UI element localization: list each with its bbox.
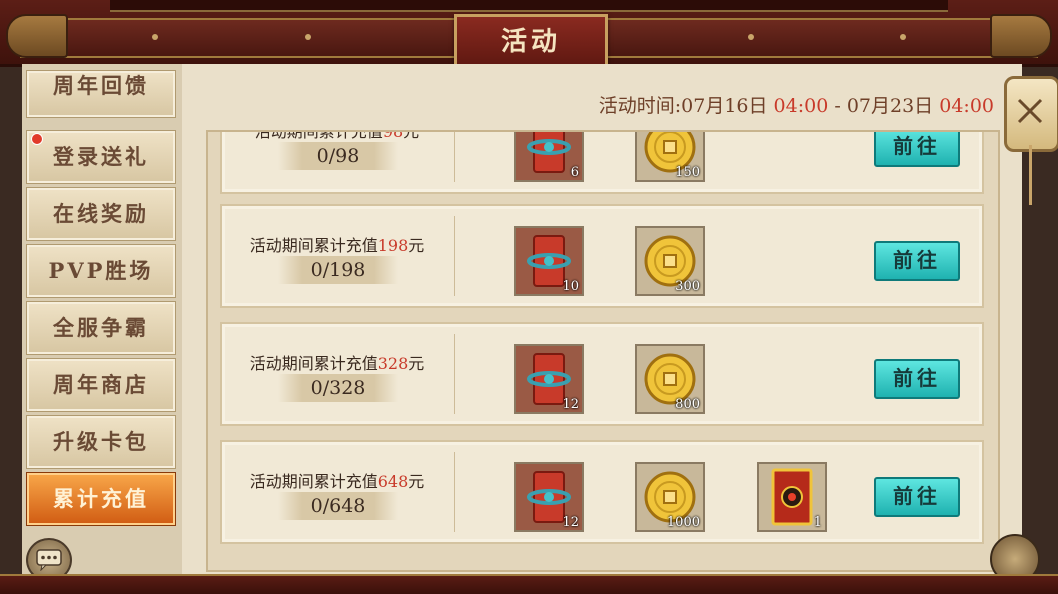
divider: [454, 334, 455, 414]
row-progress: 0/198: [278, 256, 398, 284]
sidebar-item-label: 累计充值: [53, 486, 149, 511]
sidebar-item-label: 周年回馈: [53, 73, 149, 98]
item-count: 150: [675, 165, 700, 180]
sidebar-item-login-gift[interactable]: 登录送礼: [26, 130, 176, 184]
sidebar-item-anniversary-feedback[interactable]: 周年回馈: [26, 70, 176, 118]
bottom-frame: [0, 574, 1058, 594]
red-scroll-icon[interactable]: 12: [514, 462, 584, 532]
stud: [900, 34, 906, 40]
go-button[interactable]: 前往: [874, 241, 960, 281]
sidebar-item-label: 全服争霸: [53, 315, 149, 340]
gold-coin-icon[interactable]: 1000: [635, 462, 705, 532]
left-corner-ornament: [6, 14, 68, 58]
stud: [305, 34, 311, 40]
time-separator: -: [834, 95, 841, 117]
sidebar-item-online-reward[interactable]: 在线奖励: [26, 187, 176, 241]
red-scroll-icon[interactable]: 12: [514, 344, 584, 414]
row-progress: 0/648: [278, 492, 398, 520]
right-corner-ornament: [990, 14, 1052, 58]
sidebar-item-server-contest[interactable]: 全服争霸: [26, 301, 176, 355]
stud: [748, 34, 754, 40]
item-count: 800: [675, 397, 700, 412]
list-item: 活动期间累计充值198元 0/198 10 300 前往: [220, 204, 984, 308]
sidebar-item-label: PVP胜场: [48, 258, 154, 283]
top-rail: [110, 0, 948, 12]
list-item: 活动期间累计充值648元 0/648 12 1000 1 前往: [220, 440, 984, 544]
row-progress: 0/98: [278, 142, 398, 170]
gold-coin-icon[interactable]: 300: [635, 226, 705, 296]
row-progress: 0/328: [278, 374, 398, 402]
gold-coin-icon[interactable]: 150: [635, 132, 705, 182]
main-panel: 活动时间:07月16日 04:00 - 07月23日 04:00 活动期间累计充…: [182, 64, 1022, 574]
sidebar-item-label: 登录送礼: [53, 144, 149, 169]
red-scroll-icon[interactable]: 6: [514, 132, 584, 182]
row-description: 活动期间累计充值98元: [254, 130, 420, 141]
item-count: 12: [562, 515, 579, 530]
divider: [454, 132, 455, 182]
sidebar-item-label: 周年商店: [53, 372, 149, 397]
sidebar-item-label: 在线奖励: [53, 201, 149, 226]
event-time: 活动时间:07月16日 04:00 - 07月23日 04:00: [599, 91, 994, 118]
list-item: 活动期间累计充值98元 0/98 6 150 前往: [220, 130, 984, 194]
sidebar: 周年回馈 登录送礼 在线奖励 PVP胜场 全服争霸 周年商店 升级卡包 累计充值: [22, 64, 185, 574]
divider: [454, 216, 455, 296]
row-description: 活动期间累计充值198元: [249, 236, 425, 255]
sidebar-item-cumulative-recharge[interactable]: 累计充值: [26, 472, 176, 526]
go-button[interactable]: 前往: [874, 132, 960, 167]
chat-bubble-icon: [36, 549, 62, 571]
go-button[interactable]: 前往: [874, 359, 960, 399]
go-button[interactable]: 前往: [874, 477, 960, 517]
close-button[interactable]: [1004, 76, 1058, 205]
card-pack-icon[interactable]: 1: [757, 462, 827, 532]
item-count: 1: [813, 515, 822, 530]
divider: [454, 452, 455, 532]
sidebar-item-anniversary-shop[interactable]: 周年商店: [26, 358, 176, 412]
sidebar-item-label: 升级卡包: [53, 429, 149, 454]
list-item: 活动期间累计充值328元 0/328 12 800 前往: [220, 322, 984, 426]
reward-list[interactable]: 活动期间累计充值98元 0/98 6 150 前往 活动期间累计充值198元 0…: [206, 130, 1000, 572]
stud: [152, 34, 158, 40]
row-description: 活动期间累计充值328元: [249, 354, 425, 373]
gold-coin-icon[interactable]: 800: [635, 344, 705, 414]
end-time: 04:00: [939, 95, 994, 117]
red-scroll-icon[interactable]: 10: [514, 226, 584, 296]
end-date: 07月23日: [846, 95, 934, 117]
notification-dot: [31, 133, 43, 145]
sidebar-item-pvp-wins[interactable]: PVP胜场: [26, 244, 176, 298]
start-date: 07月16日: [681, 95, 768, 117]
sidebar-item-upgrade-pack[interactable]: 升级卡包: [26, 415, 176, 469]
item-count: 300: [675, 279, 700, 294]
item-count: 10: [562, 279, 579, 294]
item-count: 12: [562, 397, 579, 412]
time-label: 活动时间:: [598, 95, 682, 117]
row-description: 活动期间累计充值648元: [249, 472, 425, 491]
start-time: 04:00: [773, 95, 829, 117]
close-icon: [1017, 98, 1043, 124]
item-count: 1000: [666, 515, 700, 530]
item-count: 6: [570, 165, 579, 180]
